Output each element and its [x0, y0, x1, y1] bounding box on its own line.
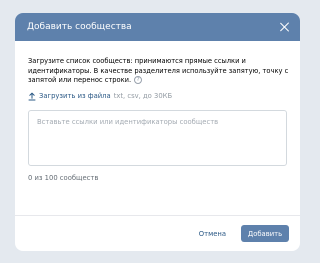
communities-input[interactable] — [28, 109, 287, 166]
upload-icon[interactable] — [28, 92, 36, 101]
add-communities-modal: Добавить сообщества Загрузите список соо… — [15, 13, 300, 251]
modal-body: Загрузите список сообществ: принимаются … — [15, 41, 300, 182]
help-icon[interactable]: ? — [134, 76, 143, 85]
cancel-button[interactable]: Отмена — [199, 230, 226, 238]
upload-from-file-link[interactable]: Загрузить из файла — [39, 92, 111, 100]
close-icon[interactable] — [279, 21, 291, 33]
instructions-label: Загрузите список сообществ: принимаются … — [28, 57, 289, 85]
upload-hint: txt, csv, до 30КБ — [113, 92, 173, 101]
modal-header: Добавить сообщества — [15, 13, 300, 41]
add-button[interactable]: Добавить — [241, 225, 289, 242]
communities-counter: 0 из 100 сообществ — [28, 173, 99, 182]
instructions-text: Загрузите список сообществ: принимаются … — [28, 57, 290, 86]
modal-title: Добавить сообщества — [27, 22, 132, 32]
modal-footer: Отмена Добавить — [15, 215, 300, 251]
upload-row: Загрузить из файла txt, csv, до 30КБ — [28, 92, 287, 101]
